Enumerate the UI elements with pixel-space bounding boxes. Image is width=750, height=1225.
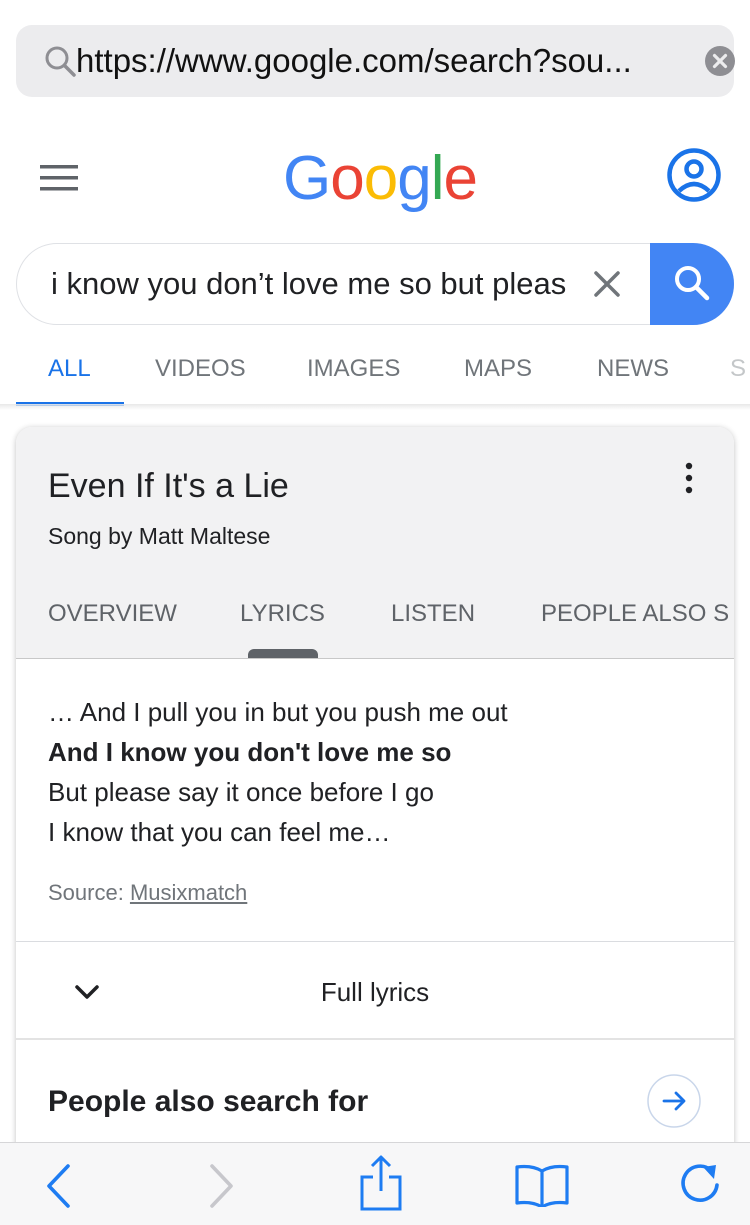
card-tab-listen[interactable]: LISTEN [391, 599, 475, 629]
song-knowledge-card: Even If It's a Lie Song by Matt Maltese … [16, 427, 734, 1207]
song-subtitle: Song by Matt Maltese [48, 523, 271, 549]
hamburger-menu-icon[interactable] [40, 165, 78, 191]
divider [16, 1038, 734, 1040]
card-tab-overview[interactable]: OVERVIEW [48, 599, 177, 629]
tab-shopping[interactable]: S [730, 354, 746, 384]
full-lyrics-button[interactable]: Full lyrics [16, 975, 734, 1009]
search-query[interactable]: i know you don’t love me so but pleas [51, 264, 591, 304]
reload-icon[interactable] [678, 1163, 722, 1207]
source-label: Source: [48, 880, 130, 905]
lyrics-source: Source: Musixmatch [48, 879, 247, 907]
tab-images[interactable]: IMAGES [307, 354, 400, 384]
source-link[interactable]: Musixmatch [130, 880, 247, 905]
header-divider [16, 658, 734, 659]
lyric-line-highlighted: And I know you don't love me so [48, 737, 452, 767]
card-tab-people-also-search[interactable]: PEOPLE ALSO S [541, 599, 729, 629]
url-text[interactable]: https://www.google.com/search?sou... [76, 41, 686, 81]
google-logo-letter: e [443, 144, 477, 213]
forward-icon[interactable] [208, 1163, 236, 1209]
tabs-shadow [0, 404, 750, 410]
google-logo-letter: o [363, 144, 398, 213]
clear-query-icon[interactable] [593, 270, 621, 298]
arrow-right-icon[interactable] [646, 1073, 702, 1129]
safari-toolbar [0, 1142, 750, 1225]
google-logo-letter: o [330, 144, 364, 213]
result-tabs: ALL VIDEOS IMAGES MAPS NEWS S [0, 340, 750, 406]
lyric-line: … And I pull you in but you push me out [48, 697, 508, 727]
search-box[interactable]: i know you don’t love me so but pleas [16, 243, 734, 325]
lyric-line: But please say it once before I go [48, 777, 434, 807]
song-title: Even If It's a Lie [48, 467, 289, 505]
tab-all[interactable]: ALL [48, 354, 91, 384]
clear-url-icon[interactable] [704, 45, 736, 77]
account-icon[interactable] [666, 147, 722, 203]
more-options-icon[interactable] [679, 461, 699, 495]
tab-videos[interactable]: VIDEOS [155, 354, 246, 384]
people-also-search-heading: People also search for [48, 1085, 369, 1118]
tab-news[interactable]: NEWS [597, 354, 669, 384]
google-logo-letter: G [283, 144, 331, 213]
tab-maps[interactable]: MAPS [464, 354, 532, 384]
search-button[interactable] [650, 243, 734, 325]
google-logo-letter: l [430, 144, 445, 213]
bookmarks-icon[interactable] [514, 1163, 570, 1207]
divider [16, 941, 734, 942]
card-header: Even If It's a Lie Song by Matt Maltese … [16, 427, 734, 659]
card-tab-lyrics[interactable]: LYRICS [240, 599, 325, 629]
google-logo-letter: g [397, 144, 431, 213]
share-icon[interactable] [360, 1155, 402, 1211]
address-bar[interactable]: https://www.google.com/search?sou... [16, 25, 736, 97]
search-icon [45, 46, 76, 77]
google-logo[interactable]: Google [283, 144, 478, 214]
back-icon[interactable] [44, 1163, 72, 1209]
lyric-line: I know that you can feel me… [48, 817, 391, 847]
search-icon [675, 266, 710, 301]
